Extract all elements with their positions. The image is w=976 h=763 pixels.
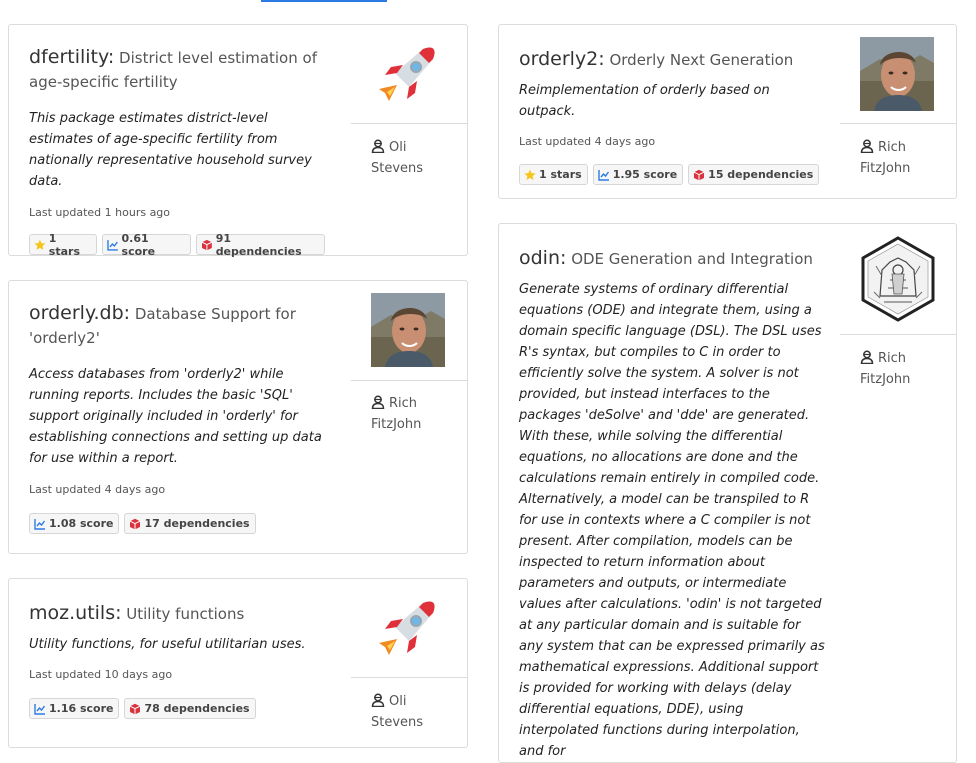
dependencies-badge[interactable]: 15 dependencies	[688, 164, 820, 185]
package-name[interactable]: orderly2:	[519, 48, 605, 70]
package-description: Generate systems of ordinary differentia…	[519, 282, 825, 759]
author-link[interactable]: Oli Stevens	[371, 691, 451, 733]
star-icon	[34, 239, 46, 251]
chart-icon	[598, 169, 610, 181]
divider	[351, 123, 467, 124]
package-card-orderly-db[interactable]: orderly.db: Database Support for 'orderl…	[8, 280, 468, 554]
divider	[840, 334, 956, 335]
badge-row: 1.08 score 17 dependencies	[29, 513, 337, 534]
package-tagline: ODE Generation and Integration	[571, 250, 813, 268]
package-name[interactable]: dfertility:	[29, 46, 114, 68]
divider	[351, 380, 467, 381]
package-box-icon	[129, 703, 141, 715]
package-title[interactable]: odin: ODE Generation and Integration	[519, 246, 825, 271]
author-link[interactable]: Oli Stevens	[371, 137, 451, 179]
score-badge[interactable]: 1.95 score	[592, 164, 684, 185]
rocket-icon	[375, 43, 439, 107]
package-name[interactable]: orderly.db:	[29, 302, 130, 324]
divider	[840, 123, 956, 124]
package-description: Utility functions, for useful utilitaria…	[29, 637, 306, 652]
author-link[interactable]: Rich FitzJohn	[371, 393, 451, 435]
badge-row: 1.16 score 78 dependencies	[29, 698, 337, 719]
score-badge[interactable]: 1.08 score	[29, 513, 120, 534]
package-name[interactable]: moz.utils:	[29, 602, 122, 624]
package-box-icon	[693, 169, 705, 181]
hexagon-logo-icon	[861, 236, 935, 322]
last-updated: Last updated 4 days ago	[29, 483, 166, 496]
package-title[interactable]: orderly.db: Database Support for 'orderl…	[29, 301, 337, 350]
chart-icon	[107, 239, 119, 251]
package-description: Reimplementation of orderly based on out…	[519, 83, 770, 119]
author-link[interactable]: Rich FitzJohn	[860, 137, 940, 179]
user-icon	[860, 350, 874, 364]
author-link[interactable]: Rich FitzJohn	[860, 348, 940, 390]
dependencies-label: 15 dependencies	[708, 168, 814, 181]
author-panel: Oli Stevens	[351, 25, 467, 255]
user-icon	[860, 139, 874, 153]
stars-badge[interactable]: 1 stars	[519, 164, 588, 185]
last-updated: Last updated 1 hours ago	[29, 206, 171, 219]
package-description: This package estimates district-level es…	[29, 111, 312, 189]
author-panel: Rich FitzJohn	[840, 25, 956, 198]
last-updated: Last updated 4 days ago	[519, 135, 656, 148]
package-title[interactable]: moz.utils: Utility functions	[29, 601, 337, 626]
dependencies-badge[interactable]: 78 dependencies	[124, 698, 256, 719]
last-updated: Last updated 10 days ago	[29, 668, 173, 681]
author-avatar	[860, 37, 934, 111]
dependencies-label: 91 dependencies	[215, 231, 302, 258]
package-title[interactable]: orderly2: Orderly Next Generation	[519, 47, 827, 72]
dependencies-label: 17 dependencies	[144, 517, 250, 530]
package-title[interactable]: dfertility: District level estimation of…	[29, 45, 325, 94]
package-tagline: Orderly Next Generation	[609, 51, 794, 69]
chart-icon	[34, 703, 46, 715]
dependencies-label: 78 dependencies	[144, 702, 250, 715]
rocket-icon	[375, 597, 439, 661]
author-avatar	[371, 293, 445, 367]
score-label: 1.16 score	[49, 702, 114, 715]
dependencies-badge[interactable]: 17 dependencies	[124, 513, 256, 534]
score-badge[interactable]: 0.61 score	[101, 231, 191, 258]
package-name[interactable]: odin:	[519, 247, 566, 269]
author-panel: Rich FitzJohn	[840, 224, 956, 762]
author-panel: Rich FitzJohn	[351, 281, 467, 553]
package-card-orderly2[interactable]: orderly2: Orderly Next Generation Reimpl…	[498, 24, 957, 199]
active-tab-underline	[261, 0, 387, 2]
stars-badge[interactable]: 1 stars	[29, 231, 97, 258]
author-panel: Oli Stevens	[351, 579, 467, 747]
package-box-icon	[201, 239, 213, 251]
package-card-dfertility[interactable]: dfertility: District level estimation of…	[8, 24, 468, 258]
package-box-icon	[129, 518, 141, 530]
score-badge[interactable]: 1.16 score	[29, 698, 120, 719]
chart-icon	[34, 518, 46, 530]
divider	[351, 677, 467, 678]
user-icon	[371, 139, 385, 153]
score-label: 1.08 score	[49, 517, 114, 530]
package-card-odin[interactable]: odin: ODE Generation and Integration Gen…	[498, 223, 957, 763]
dependencies-badge[interactable]: 91 dependencies	[195, 231, 325, 258]
score-label: 1.95 score	[612, 168, 678, 181]
stars-label: 1 stars	[48, 231, 80, 258]
package-tagline: Utility functions	[126, 605, 245, 623]
user-icon	[371, 693, 385, 707]
badge-row: 1 stars 0.61 score 91 dependencies	[29, 231, 325, 258]
score-label: 0.61 score	[121, 231, 156, 258]
package-description: Access databases from 'orderly2' while r…	[29, 367, 322, 466]
package-card-moz-utils[interactable]: moz.utils: Utility functions Utility fun…	[8, 578, 468, 748]
badge-row: 1 stars 1.95 score 15 dependencies	[519, 164, 827, 185]
star-icon	[524, 169, 536, 181]
user-icon	[371, 395, 385, 409]
stars-label: 1 stars	[539, 168, 582, 181]
